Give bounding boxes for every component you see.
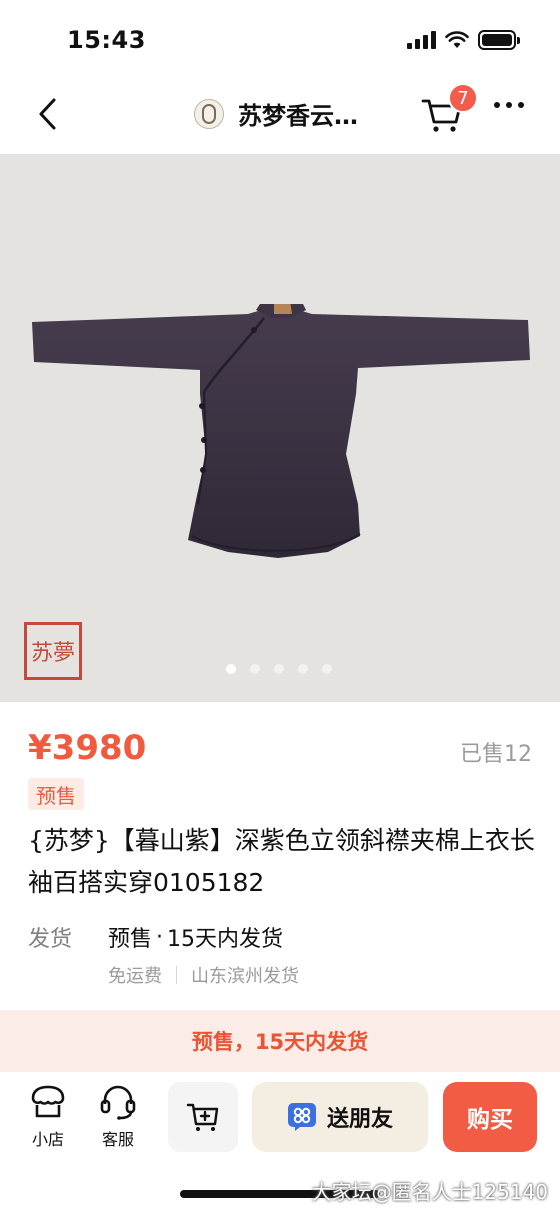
shipping-details: 免运费 山东滨州发货	[108, 962, 299, 988]
wifi-icon	[445, 31, 469, 48]
shipping-row[interactable]: 发货 预售 · 15天内发货	[28, 920, 532, 954]
more-icon	[494, 102, 500, 108]
shipping-fee: 免运费	[108, 966, 162, 987]
headset-icon	[100, 1085, 136, 1120]
back-icon	[39, 98, 56, 130]
gift-friend-label: 送朋友	[326, 1107, 393, 1132]
product-gallery[interactable]: 苏夢	[0, 154, 560, 702]
gallery-pagination	[226, 664, 332, 674]
garment-image	[32, 304, 530, 558]
shipping-time: 15天内发货	[167, 927, 284, 952]
shop-icon	[31, 1085, 65, 1118]
presale-banner: 预售，15天内发货	[0, 1010, 560, 1072]
pagination-dot[interactable]	[226, 664, 236, 674]
shipping-label: 发货	[28, 927, 73, 952]
more-button[interactable]	[494, 102, 524, 108]
product-title: {苏梦}【暮山紫】深紫色立领斜襟夹棉上衣长袖百搭实穿0105182	[28, 826, 535, 897]
cart-badge: 7	[448, 83, 478, 113]
pagination-dot[interactable]	[298, 664, 308, 674]
sold-count: 已售12	[460, 742, 532, 767]
divider	[176, 966, 177, 984]
shipping-mode: 预售	[108, 927, 153, 952]
nav-bar: 苏梦香云… 7	[0, 78, 560, 154]
presale-tag: 预售	[28, 778, 84, 810]
service-tab[interactable]: 客服	[88, 1084, 148, 1150]
pagination-dot[interactable]	[274, 664, 284, 674]
status-icons	[407, 30, 520, 50]
pagination-dot[interactable]	[250, 664, 260, 674]
shop-name: 苏梦香云…	[238, 102, 358, 130]
pagination-dot[interactable]	[322, 664, 332, 674]
status-bar: 15:43	[0, 0, 560, 78]
seal-stamp: 苏夢	[24, 622, 82, 680]
gift-friend-button[interactable]: 送朋友	[252, 1082, 428, 1152]
separator-dot: ·	[156, 924, 164, 950]
signal-icon	[407, 31, 436, 49]
status-time: 15:43	[67, 26, 146, 54]
shop-logo-icon	[194, 98, 224, 129]
shop-title[interactable]: 苏梦香云…	[194, 96, 358, 131]
gift-icon	[287, 1103, 316, 1131]
buy-button[interactable]: 购买	[443, 1082, 537, 1152]
product-price: ¥3980	[28, 728, 147, 768]
watermark: 大家坛@匿名人士125140	[311, 1180, 548, 1204]
battery-icon	[478, 30, 520, 50]
shipping-origin: 山东滨州发货	[191, 966, 299, 987]
service-label: 客服	[101, 1130, 134, 1149]
add-to-cart-icon	[186, 1103, 219, 1131]
add-to-cart-button[interactable]	[168, 1082, 238, 1152]
price-row: ¥3980 已售12	[28, 728, 532, 772]
shop-tab[interactable]: 小店	[18, 1084, 78, 1150]
back-button[interactable]	[28, 92, 68, 136]
shop-label: 小店	[31, 1130, 64, 1149]
